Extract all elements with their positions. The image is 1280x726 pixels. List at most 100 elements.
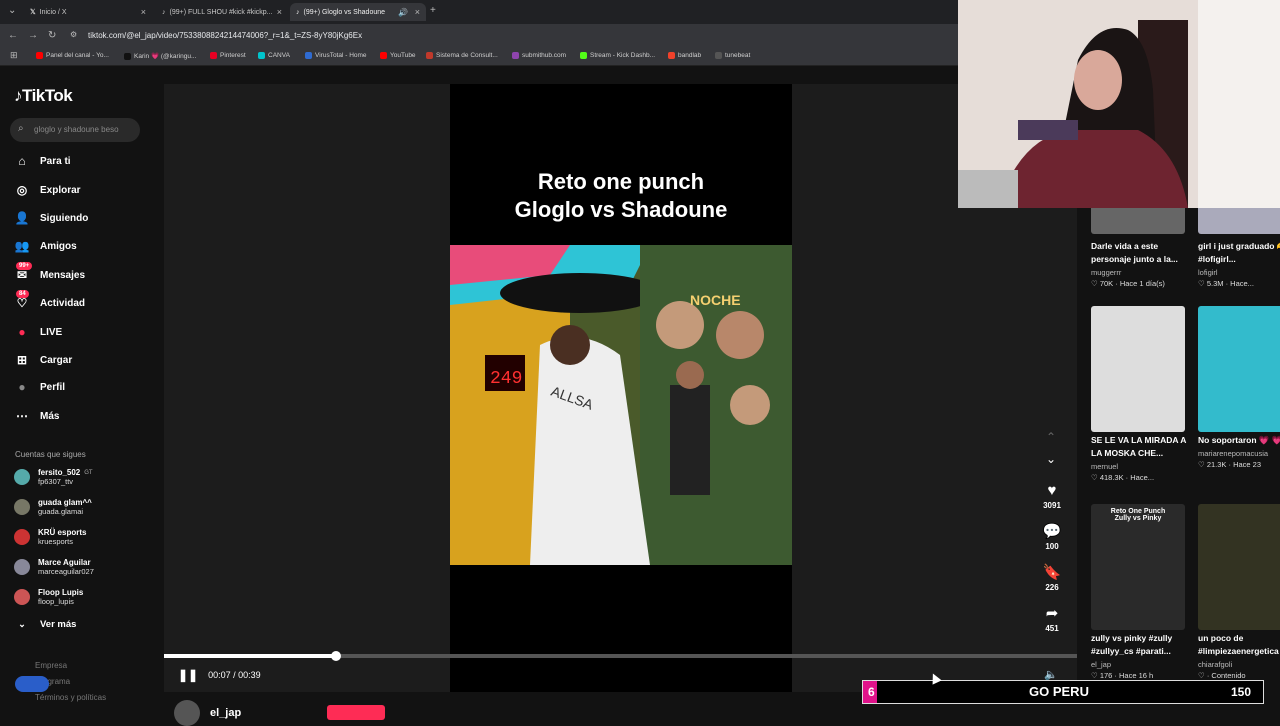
- feed-card[interactable]: No soportaron 💗 💗 mariarenepomacusia ♡ 21.…: [1198, 306, 1280, 469]
- bookmark-item[interactable]: VirusTotal - Home: [305, 52, 367, 59]
- feed-username: chiarafgoli: [1198, 660, 1233, 669]
- sidebar-item-amigos[interactable]: 👥 Amigos: [14, 239, 77, 253]
- bookmark-label: VirusTotal - Home: [315, 52, 367, 59]
- progress-knob[interactable]: [330, 651, 341, 661]
- feed-card[interactable]: girl i just graduado 🫶 #lofigirl... lofig…: [1198, 238, 1280, 288]
- pause-icon[interactable]: ❚❚: [178, 668, 198, 682]
- sidebar-item-perfil[interactable]: ● Perfil: [14, 380, 65, 394]
- feed-time: Hace 23: [1233, 460, 1262, 469]
- tab-gloglo[interactable]: ♪ (99+) Gloglo vs Shadoune 🔊 ×: [290, 3, 426, 21]
- x-logo-icon: 𝕏: [30, 9, 36, 16]
- back-icon[interactable]: ←: [8, 30, 18, 41]
- bookmark-icon: [426, 52, 433, 59]
- feed-time: Contenido: [1211, 671, 1246, 680]
- tab-full-shou[interactable]: ♪ (99+) FULL SHOU #kick #kickp... ×: [156, 3, 288, 21]
- follow-button[interactable]: [327, 705, 385, 720]
- feed-thumbnail: Reto One Punch Zully vs Pinky: [1091, 504, 1185, 630]
- close-tab-icon[interactable]: ×: [277, 7, 282, 17]
- bookmark-item[interactable]: tunebeat: [715, 52, 750, 59]
- footer-link[interactable]: Términos y políticas: [35, 693, 106, 702]
- sidebar-item-label: Actividad: [40, 297, 86, 309]
- video-progress-bar[interactable]: [164, 651, 1077, 661]
- search-input[interactable]: ⌕ gloglo y shadoune beso: [10, 118, 140, 142]
- following-account[interactable]: guada glam^^ guada.glamai: [14, 498, 92, 516]
- following-account[interactable]: KRÜ esports kruesports: [14, 528, 86, 546]
- tiktok-logo[interactable]: ♪TikTok: [14, 86, 73, 106]
- bookmark-item[interactable]: Panel del canal - Yo...: [36, 52, 109, 59]
- footer-link[interactable]: Empresa: [35, 661, 67, 670]
- feed-card[interactable]: SE LE VA LA MIRADA A LA MOSKA CHE... mern…: [1091, 306, 1187, 482]
- bookmark-item[interactable]: bandlab: [668, 52, 701, 59]
- audio-icon[interactable]: 🔊: [398, 8, 408, 17]
- feed-thumbnail[interactable]: [1091, 208, 1185, 234]
- bookmark-icon: [512, 52, 519, 59]
- like-count: 3091: [1043, 501, 1061, 510]
- url-input[interactable]: tiktok.com/@el_jap/video/753380882421447…: [88, 31, 362, 40]
- bookmark-item[interactable]: submithub.com: [512, 52, 566, 59]
- feed-card[interactable]: Reto One Punch Zully vs Pinky zully vs pi…: [1091, 504, 1187, 680]
- close-tab-icon[interactable]: ×: [141, 7, 146, 17]
- like-button[interactable]: ♥ 3091: [1038, 482, 1066, 510]
- tab-inicio-x[interactable]: 𝕏 Inicio / X ×: [24, 3, 152, 21]
- video-time: 00:07 / 00:39: [208, 670, 261, 680]
- sidebar-item-más[interactable]: ⋯ Más: [14, 409, 59, 423]
- bookmark-item[interactable]: Pinterest: [210, 52, 246, 59]
- new-tab-button[interactable]: +: [430, 5, 436, 16]
- heart-icon: ♡: [1198, 460, 1207, 469]
- forward-icon[interactable]: →: [28, 30, 38, 41]
- sidebar-item-live[interactable]: ● LIVE: [14, 325, 62, 339]
- share-button[interactable]: ➦ 451: [1038, 604, 1066, 633]
- see-more-button[interactable]: ⌄ Ver más: [14, 619, 76, 630]
- chevron-down-icon[interactable]: ⌄: [1046, 452, 1056, 466]
- bookmark-item[interactable]: Sistema de Consult...: [426, 52, 498, 59]
- author-name[interactable]: el_jap: [210, 707, 241, 719]
- reload-icon[interactable]: ↻: [48, 30, 56, 41]
- sidebar-item-siguiendo[interactable]: 👤 Siguiendo: [14, 211, 89, 225]
- chevron-up-icon[interactable]: ⌃: [1046, 430, 1056, 444]
- tab-search-icon[interactable]: ⌄: [8, 5, 16, 16]
- site-info-icon[interactable]: ⚙: [70, 30, 77, 39]
- avatar[interactable]: [174, 700, 200, 726]
- comment-button[interactable]: 💬 100: [1038, 522, 1066, 551]
- feed-thumbnail[interactable]: [1198, 208, 1280, 234]
- compass-icon: ◎: [16, 183, 28, 197]
- account-name: Floop Lupis: [38, 588, 84, 597]
- heart-icon: ♥: [1047, 482, 1057, 499]
- close-tab-icon[interactable]: ×: [415, 7, 420, 17]
- comment-count: 100: [1045, 542, 1059, 551]
- save-button[interactable]: 🔖 226: [1038, 563, 1066, 592]
- sidebar-item-label: Mensajes: [40, 269, 86, 281]
- bookmark-item[interactable]: Karin 💗 (@karingu...: [124, 52, 196, 60]
- translate-toggle[interactable]: [15, 676, 49, 692]
- tab-label: (99+) Gloglo vs Shadoune: [303, 8, 386, 16]
- heart-icon: ♡: [1091, 671, 1100, 680]
- sidebar-item-actividad[interactable]: ♡ Actividad: [14, 296, 85, 310]
- sidebar-item-cargar[interactable]: ⊞ Cargar: [14, 353, 72, 367]
- sidebar-item-para-ti[interactable]: ⌂ Para ti: [14, 154, 70, 168]
- bookmark-item[interactable]: CANVA: [258, 52, 290, 59]
- more-icon: ⋯: [16, 409, 28, 423]
- bookmark-label: CANVA: [268, 52, 290, 59]
- svg-text:NOCHE: NOCHE: [690, 292, 741, 308]
- tab-label: (99+) FULL SHOU #kick #kickp...: [169, 8, 273, 16]
- bookmark-item[interactable]: Stream - Kick Dashb...: [580, 52, 655, 59]
- apps-icon[interactable]: ⊞: [10, 50, 18, 61]
- sidebar-item-mensajes[interactable]: ✉ Mensajes: [14, 268, 85, 282]
- following-account[interactable]: Marce Aguilar marceaguilar027: [14, 558, 94, 576]
- feed-card[interactable]: un poco de #limpiezaenergetica chiarafgol…: [1198, 504, 1280, 680]
- bookmark-icon: [668, 52, 675, 59]
- avatar: [14, 469, 30, 485]
- bookmark-item[interactable]: YouTube: [380, 52, 416, 59]
- feed-card[interactable]: Darle vida a este personaje junto a la..…: [1091, 238, 1187, 288]
- bookmark-icon: [305, 52, 312, 59]
- sidebar-item-label: Amigos: [40, 240, 77, 252]
- avatar: [14, 589, 30, 605]
- feed-likes: 21.3K: [1206, 460, 1227, 469]
- bookmark-label: YouTube: [390, 52, 416, 59]
- following-account[interactable]: fersito_502 GT fp6307_ttv: [14, 468, 93, 486]
- bookmark-label: bandlab: [678, 52, 702, 59]
- video-author-row: el_jap: [174, 700, 241, 726]
- following-account[interactable]: Floop Lupis floop_lupis: [14, 588, 83, 606]
- sidebar-item-explorar[interactable]: ◎ Explorar: [14, 183, 81, 197]
- feed-time: Hace...: [1230, 279, 1254, 288]
